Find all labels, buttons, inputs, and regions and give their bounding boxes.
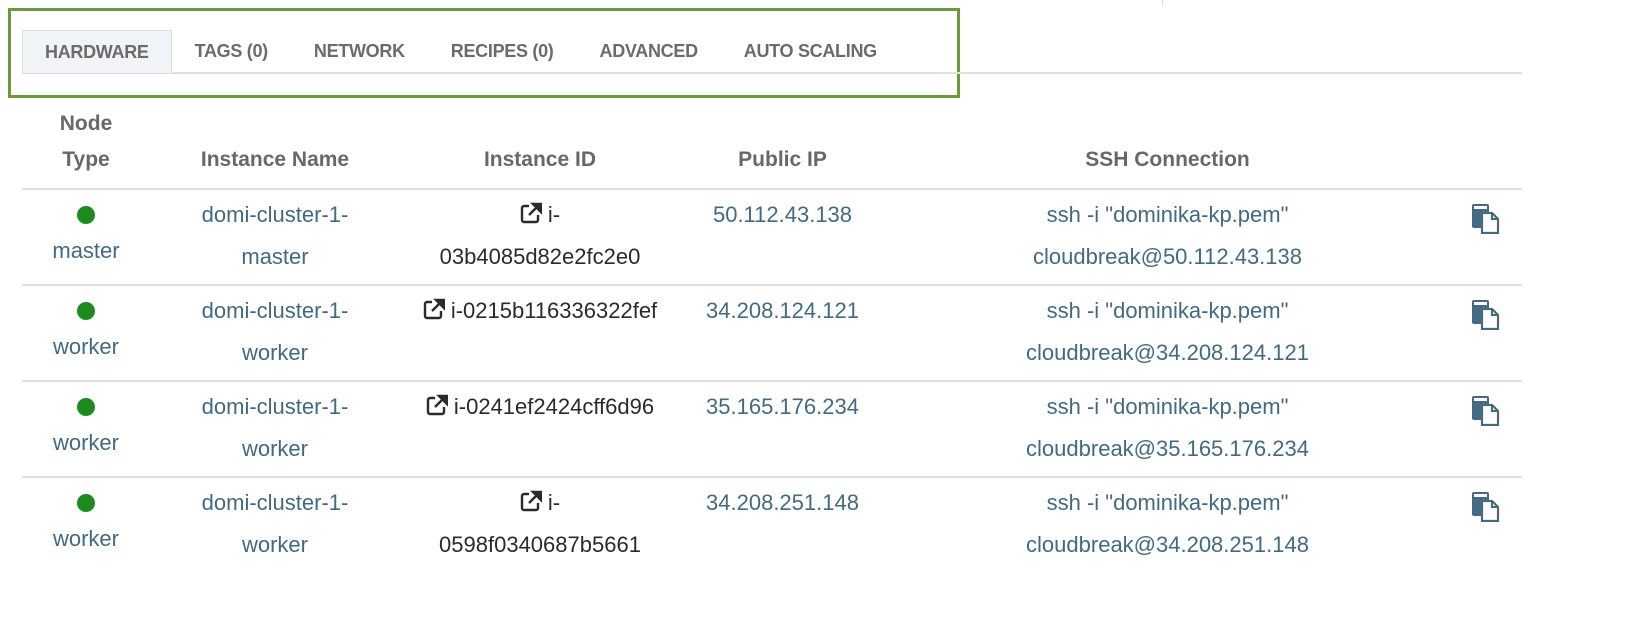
node-type: worker — [52, 430, 119, 455]
tab-recipes[interactable]: RECIPES (0) — [428, 30, 577, 72]
external-link-icon — [423, 298, 445, 320]
public-ip: 50.112.43.138 — [680, 189, 885, 286]
status-dot-icon — [77, 398, 95, 416]
header-instance-id: Instance ID — [400, 106, 680, 190]
node-type: worker — [52, 526, 119, 551]
instance-id-link[interactable]: i-0598f0340687b5661 — [420, 482, 660, 566]
instance-id: i-0241ef2424cff6d96 — [453, 394, 655, 419]
ssh-connection: ssh -i "dominika-kp.pem" cloudbreak@34.2… — [1026, 298, 1309, 365]
copy-icon[interactable] — [1472, 300, 1500, 330]
header-node-type: Node Type — [59, 112, 113, 171]
instance-name-link[interactable]: domi-cluster-1-worker — [183, 386, 368, 470]
ssh-connection: ssh -i "dominika-kp.pem" cloudbreak@35.1… — [1026, 394, 1309, 461]
status-dot-icon — [77, 206, 95, 224]
header-ssh-connection: SSH Connection — [885, 106, 1450, 190]
instance-id-link[interactable]: i-03b4085d82e2fc2e0 — [420, 194, 660, 278]
tab-hardware[interactable]: HARDWARE — [22, 30, 172, 73]
divider — [1162, 0, 1163, 6]
tab-auto-scaling[interactable]: AUTO SCALING — [721, 30, 900, 72]
table-row: worker domi-cluster-1-worker i-0598f0340… — [22, 477, 1522, 572]
external-link-icon — [426, 394, 448, 416]
table-row: master domi-cluster-1-master i-03b4085d8… — [22, 189, 1522, 286]
status-dot-icon — [77, 302, 95, 320]
table-header-row: Node Type Instance Name Instance ID Publ… — [22, 106, 1522, 190]
copy-icon[interactable] — [1472, 396, 1500, 426]
instance-name-link[interactable]: domi-cluster-1-worker — [183, 290, 368, 374]
public-ip: 34.208.251.148 — [706, 490, 859, 515]
ssh-connection: ssh -i "dominika-kp.pem" cloudbreak@50.1… — [1032, 202, 1303, 269]
status-dot-icon — [77, 494, 95, 512]
copy-icon[interactable] — [1472, 492, 1500, 522]
tab-tags[interactable]: TAGS (0) — [172, 30, 291, 72]
external-link-icon — [520, 202, 542, 224]
instance-id: i-0215b116336322fef — [450, 298, 658, 323]
instances-table: Node Type Instance Name Instance ID Publ… — [22, 106, 1522, 572]
ssh-connection: ssh -i "dominika-kp.pem" cloudbreak@34.2… — [1026, 490, 1309, 557]
node-type: worker — [52, 334, 119, 359]
table-row: worker domi-cluster-1-worker i-0241ef242… — [22, 381, 1522, 478]
external-link-icon — [520, 490, 542, 512]
tab-network[interactable]: NETWORK — [291, 30, 428, 72]
public-ip: 34.208.124.121 — [680, 285, 885, 382]
public-ip: 35.165.176.234 — [680, 381, 885, 478]
instance-name-link[interactable]: domi-cluster-1-worker — [183, 482, 368, 566]
node-type: master — [52, 238, 120, 263]
tab-bar: HARDWARE TAGS (0) NETWORK RECIPES (0) AD… — [22, 30, 1522, 74]
header-instance-name: Instance Name — [150, 106, 400, 190]
table-row: worker domi-cluster-1-worker i-0215b1163… — [22, 285, 1522, 382]
tab-advanced[interactable]: ADVANCED — [577, 30, 721, 72]
copy-icon[interactable] — [1472, 204, 1500, 234]
instance-id-link[interactable]: i-0215b116336322fef — [420, 290, 660, 332]
instance-id-link[interactable]: i-0241ef2424cff6d96 — [420, 386, 660, 428]
instance-name-link[interactable]: domi-cluster-1-master — [183, 194, 368, 278]
header-public-ip: Public IP — [680, 106, 885, 190]
